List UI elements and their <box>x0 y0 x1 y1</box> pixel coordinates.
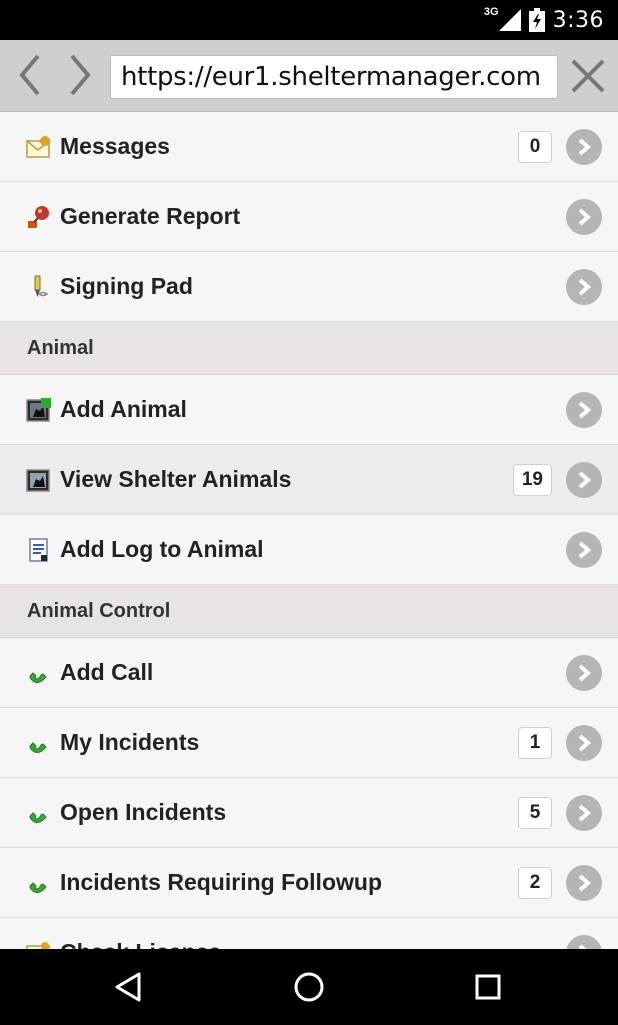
battery-charging-icon <box>528 8 545 32</box>
menu-item-view-shelter-animals[interactable]: View Shelter Animals 19 <box>0 445 618 515</box>
menu-item-label: Add Animal <box>60 396 187 422</box>
nav-back-button[interactable] <box>108 967 148 1007</box>
chevron-right-icon <box>566 531 602 568</box>
phone-icon <box>26 870 52 896</box>
chevron-right-icon <box>566 128 602 165</box>
menu-item-label: Open Incidents <box>60 799 227 825</box>
chevron-right-icon <box>70 54 91 96</box>
menu-item-signing-pad[interactable]: Signing Pad <box>0 252 618 322</box>
chevron-right-icon <box>566 268 602 305</box>
count-badge: 19 <box>512 463 552 496</box>
back-button[interactable] <box>10 52 50 98</box>
url-input[interactable]: https://eur1.sheltermanager.com <box>110 55 558 99</box>
back-triangle-icon <box>115 972 141 1002</box>
chevron-right-icon <box>566 654 602 691</box>
animal-icon <box>26 467 52 493</box>
browser-toolbar: https://eur1.sheltermanager.com <box>0 40 618 112</box>
nav-recents-button[interactable] <box>468 967 508 1007</box>
phone-icon <box>26 730 52 756</box>
signal-icon <box>498 9 521 31</box>
licence-icon <box>26 940 52 949</box>
menu-list: Messages 0 Generate Report Signing Pad A… <box>0 112 618 949</box>
chevron-right-icon <box>566 461 602 498</box>
animal-add-icon <box>26 397 52 423</box>
home-circle-icon <box>294 972 324 1002</box>
pen-icon <box>26 274 52 300</box>
menu-item-add-log-to-animal[interactable]: Add Log to Animal <box>0 515 618 585</box>
chevron-right-icon <box>566 198 602 235</box>
menu-item-label: Add Log to Animal <box>60 536 264 562</box>
close-button[interactable] <box>566 54 610 98</box>
menu-item-label: Check Licence <box>60 939 221 949</box>
chevron-right-icon <box>566 391 602 428</box>
chevron-left-icon <box>19 54 40 96</box>
count-badge: 0 <box>518 130 552 163</box>
nav-home-button[interactable] <box>289 967 329 1007</box>
status-time: 3:36 <box>552 7 604 33</box>
url-text: https://eur1.sheltermanager.com <box>121 62 541 92</box>
menu-item-label: Add Call <box>60 659 154 685</box>
envelope-icon <box>26 134 52 160</box>
menu-item-add-animal[interactable]: Add Animal <box>0 375 618 445</box>
chevron-right-icon <box>566 794 602 831</box>
section-header-animal-control: Animal Control <box>0 585 618 638</box>
forward-button[interactable] <box>60 52 100 98</box>
report-icon <box>26 204 52 230</box>
count-badge: 1 <box>518 726 552 759</box>
count-badge: 5 <box>518 796 552 829</box>
chevron-right-icon <box>566 724 602 761</box>
chevron-right-icon <box>566 864 602 901</box>
phone-icon <box>26 660 52 686</box>
menu-item-check-licence[interactable]: Check Licence <box>0 918 618 949</box>
menu-item-label: Messages <box>60 133 170 159</box>
menu-item-incidents-requiring-followup[interactable]: Incidents Requiring Followup 2 <box>0 848 618 918</box>
menu-item-label: My Incidents <box>60 729 200 755</box>
menu-item-label: Signing Pad <box>60 273 193 299</box>
menu-item-generate-report[interactable]: Generate Report <box>0 182 618 252</box>
close-icon <box>571 59 605 93</box>
system-nav-bar <box>0 949 618 1025</box>
recents-square-icon <box>475 974 501 1000</box>
menu-item-my-incidents[interactable]: My Incidents 1 <box>0 708 618 778</box>
chevron-right-icon <box>566 934 602 949</box>
menu-item-label: Generate Report <box>60 203 241 229</box>
log-icon <box>26 537 52 563</box>
menu-item-label: Incidents Requiring Followup <box>60 869 382 895</box>
count-badge: 2 <box>518 866 552 899</box>
phone-icon <box>26 800 52 826</box>
status-icons: 3G 3:36 <box>484 6 604 34</box>
section-header-animal: Animal <box>0 322 618 375</box>
menu-item-messages[interactable]: Messages 0 <box>0 112 618 182</box>
menu-item-open-incidents[interactable]: Open Incidents 5 <box>0 778 618 848</box>
menu-item-label: View Shelter Animals <box>60 466 292 492</box>
network-type: 3G <box>483 6 499 18</box>
status-bar: 3G 3:36 <box>0 0 618 40</box>
menu-item-add-call[interactable]: Add Call <box>0 638 618 708</box>
